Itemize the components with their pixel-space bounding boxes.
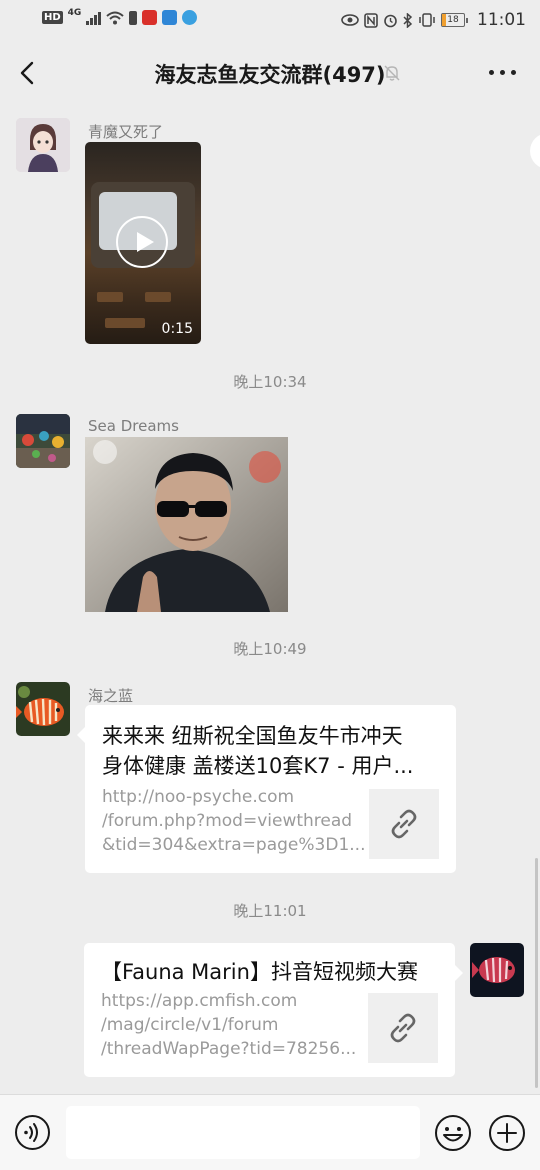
alert-icon (129, 10, 138, 25)
bubble-tail (455, 965, 463, 981)
avatar-illustration (16, 118, 70, 172)
status-time: 11:01 (477, 10, 526, 30)
timestamp: 晚上10:49 (233, 640, 307, 658)
sender-name: 海之蓝 (88, 687, 134, 705)
eye-icon (341, 14, 359, 26)
emoji-icon[interactable] (434, 1114, 472, 1152)
link-url: /threadWapPage?tid=78256... (101, 1039, 357, 1059)
link-thumbnail (368, 993, 438, 1063)
link-title: 身体健康 盖楼送10套K7 - 用户... (102, 754, 414, 778)
message-input[interactable] (66, 1106, 420, 1159)
play-icon[interactable] (116, 216, 168, 268)
link-card[interactable]: 【Fauna Marin】抖音短视频大赛 https://app.cmfish.… (84, 943, 463, 1077)
video-frame-content (105, 318, 145, 328)
video-message[interactable]: 0:15 (85, 142, 201, 344)
video-duration: 0:15 (161, 321, 193, 337)
voice-input-icon[interactable] (14, 1114, 51, 1151)
signal-icon (86, 11, 102, 25)
more-options-button[interactable] (489, 70, 516, 75)
link-url: https://app.cmfish.com (101, 991, 298, 1011)
input-bar (0, 1094, 540, 1170)
image-message[interactable] (85, 437, 288, 612)
avatar-illustration (16, 414, 70, 468)
chat-header: 海友志鱼友交流群(497) (0, 40, 540, 106)
photo-content (85, 437, 288, 612)
bluetooth-icon (403, 12, 413, 28)
app-notification-icon (142, 10, 158, 25)
network-type: 4G (67, 7, 82, 18)
link-url: &tid=304&extra=page%3D1... (102, 835, 366, 855)
bubble-tail (77, 727, 85, 743)
wifi-icon (106, 11, 124, 24)
link-title: 来来来 纽斯祝全国鱼友牛市冲天 (102, 724, 403, 748)
link-thumbnail (369, 789, 439, 859)
nfc-icon (364, 12, 378, 28)
video-frame-content (145, 292, 171, 302)
link-title: 【Fauna Marin】抖音短视频大赛 (101, 960, 418, 984)
sender-name: Sea Dreams (88, 417, 179, 435)
sender-name: 青魔又死了 (88, 123, 164, 141)
plus-icon[interactable] (488, 1114, 526, 1152)
avatar[interactable] (16, 118, 70, 172)
link-url: http://noo-psyche.com (102, 787, 295, 807)
timestamp: 晚上11:01 (233, 902, 307, 920)
avatar-fish-illustration (470, 943, 524, 997)
hd-badge: HD (42, 11, 63, 24)
timestamp: 晚上10:34 (233, 373, 307, 391)
link-url: /mag/circle/v1/forum (101, 1015, 279, 1035)
app-notification-icon (182, 10, 198, 25)
app-notification-icon (162, 10, 178, 25)
floating-side-tab[interactable] (530, 133, 540, 169)
link-url: /forum.php?mod=viewthread (102, 811, 353, 831)
status-right: 18 11:01 (341, 10, 526, 30)
status-bar: HD 4G 18 11:01 (0, 0, 540, 40)
vibrate-icon (419, 13, 435, 27)
link-card[interactable]: 来来来 纽斯祝全国鱼友牛市冲天 身体健康 盖楼送10套K7 - 用户... ht… (77, 705, 456, 873)
scrollbar[interactable] (535, 858, 538, 1088)
link-icon (391, 809, 417, 839)
battery-icon: 18 (441, 13, 468, 27)
avatar-fish-illustration (16, 682, 70, 736)
mute-bell-icon (384, 65, 400, 81)
avatar[interactable] (16, 414, 70, 468)
battery-level: 18 (447, 15, 459, 25)
video-frame-content (97, 292, 123, 302)
link-icon (390, 1013, 416, 1043)
status-left: HD 4G (42, 7, 198, 25)
avatar[interactable] (16, 682, 70, 736)
alarm-icon (384, 14, 397, 27)
chat-title: 海友志鱼友交流群(497) (154, 63, 386, 87)
my-avatar[interactable] (470, 943, 524, 997)
